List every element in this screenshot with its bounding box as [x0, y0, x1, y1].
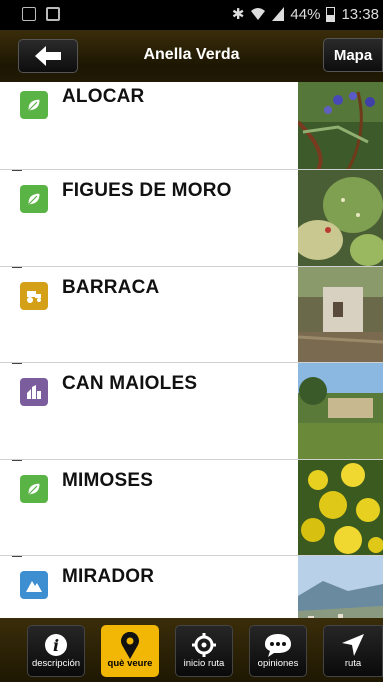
- tractor-icon: [20, 281, 48, 310]
- list-item[interactable]: BARRACA: [0, 266, 383, 363]
- clock: 13:38: [341, 5, 379, 23]
- app-header: Anella Verda Mapa: [0, 30, 383, 82]
- poi-photo: [298, 266, 383, 362]
- bluetooth-icon: ✱: [231, 6, 245, 23]
- poi-photo: [298, 459, 383, 555]
- battery-percent: 44%: [290, 5, 321, 23]
- poi-list[interactable]: ALOCAR FIGUES DE MORO BARRACA CAN MAIOLE…: [0, 82, 383, 618]
- tab-opiniones[interactable]: opiniones: [249, 625, 307, 677]
- tab-que-veure[interactable]: què veure: [101, 625, 159, 677]
- screen-notification-icon: [46, 7, 60, 21]
- chat-icon: [265, 634, 291, 657]
- tab-descripcion[interactable]: i descripción: [27, 625, 85, 677]
- crosshair-icon: [192, 633, 216, 657]
- poi-name: ALOCAR: [62, 86, 145, 107]
- status-bar: ✱ 44% 13:38: [0, 0, 383, 30]
- poi-name: MIRADOR: [62, 566, 155, 587]
- poi-name: FIGUES DE MORO: [62, 180, 232, 201]
- poi-photo: [298, 170, 383, 266]
- wifi-icon: [251, 8, 266, 20]
- signal-icon: [272, 7, 285, 21]
- poi-name: MIMOSES: [62, 469, 154, 491]
- map-pin-icon: [121, 632, 139, 659]
- poi-name: BARRACA: [62, 276, 160, 298]
- tab-label: opiniones: [257, 658, 299, 669]
- tab-ruta[interactable]: ruta: [323, 625, 383, 677]
- list-item[interactable]: FIGUES DE MORO: [0, 170, 383, 267]
- navigation-arrow-icon: [342, 634, 364, 656]
- leaf-icon: [20, 185, 48, 213]
- poi-photo: [298, 556, 383, 618]
- poi-name: CAN MAIOLES: [62, 373, 198, 394]
- leaf-icon: [20, 474, 48, 503]
- list-item[interactable]: ALOCAR: [0, 82, 383, 170]
- bottom-tab-bar: i descripción què veure inicio ruta opin…: [0, 618, 383, 682]
- map-button[interactable]: Mapa: [323, 38, 383, 72]
- tab-label: què veure: [107, 658, 153, 669]
- tab-label: inicio ruta: [183, 658, 225, 669]
- leaf-icon: [20, 91, 48, 119]
- mountain-icon: [20, 571, 48, 599]
- list-item[interactable]: CAN MAIOLES: [0, 363, 383, 460]
- building-icon: [20, 378, 48, 406]
- tab-inicio-ruta[interactable]: inicio ruta: [175, 625, 233, 677]
- svg-text:i: i: [53, 636, 59, 655]
- info-icon: i: [45, 634, 67, 656]
- poi-photo: [298, 82, 383, 169]
- list-item[interactable]: MIRADOR: [0, 556, 383, 618]
- tab-label: ruta: [344, 658, 362, 669]
- tab-label: descripción: [31, 658, 81, 669]
- battery-icon: [326, 6, 336, 22]
- poi-photo: [298, 363, 383, 459]
- gallery-notification-icon: [22, 7, 36, 21]
- list-item[interactable]: MIMOSES: [0, 459, 383, 556]
